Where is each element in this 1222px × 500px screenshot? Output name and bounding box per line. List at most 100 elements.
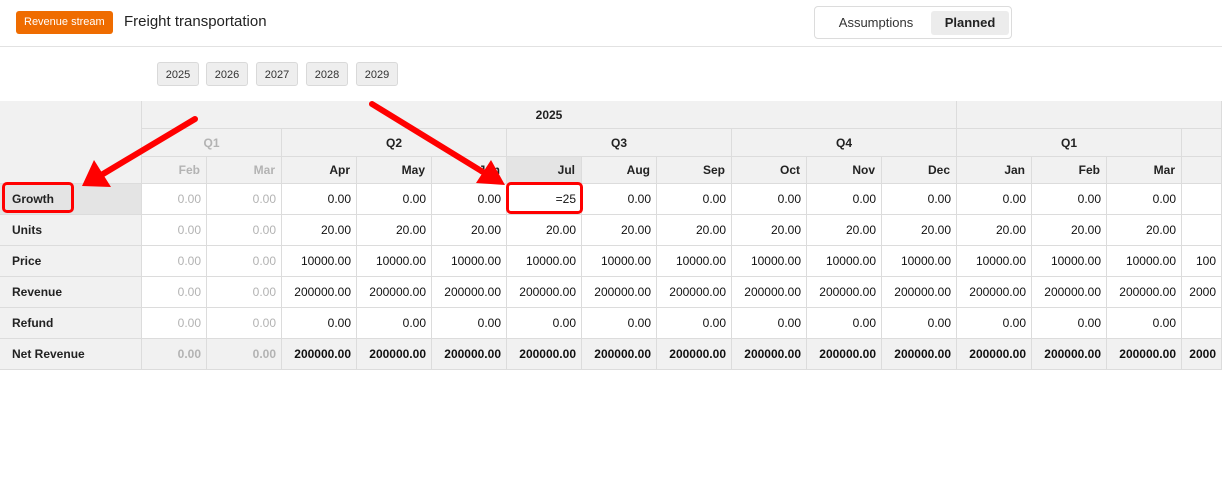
data-cell: 200000.00 [1107, 339, 1182, 370]
data-cell[interactable]: 10000.00 [1107, 246, 1182, 277]
data-cell[interactable]: 0.00 [807, 184, 882, 215]
month-header: Oct [732, 157, 807, 184]
data-cell[interactable]: 20.00 [357, 215, 432, 246]
data-cell: 0.00 [207, 339, 282, 370]
month-header: Feb [142, 157, 207, 184]
data-cell[interactable]: 0.00 [657, 308, 732, 339]
data-cell[interactable]: 20.00 [507, 215, 582, 246]
data-cell[interactable]: 10000.00 [432, 246, 507, 277]
data-cell[interactable]: 200000.00 [957, 277, 1032, 308]
data-cell[interactable]: 20.00 [732, 215, 807, 246]
data-cell[interactable]: 20.00 [882, 215, 957, 246]
data-cell[interactable]: 0.00 [432, 308, 507, 339]
data-cell: 0.00 [207, 308, 282, 339]
assumptions-tab[interactable]: Assumptions [821, 11, 931, 35]
data-cell[interactable]: 0.00 [1032, 184, 1107, 215]
data-cell: 0.00 [207, 215, 282, 246]
data-cell[interactable]: 20.00 [957, 215, 1032, 246]
month-header: Apr [282, 157, 357, 184]
data-cell[interactable]: 10000.00 [1032, 246, 1107, 277]
year-button-2029[interactable]: 2029 [356, 62, 398, 86]
year-button-2028[interactable]: 2028 [306, 62, 348, 86]
row-label-growth: Growth [0, 184, 142, 215]
data-cell[interactable]: 0.00 [357, 184, 432, 215]
month-header: May [357, 157, 432, 184]
data-cell[interactable]: 0.00 [957, 308, 1032, 339]
data-cell[interactable]: 0.00 [582, 308, 657, 339]
data-cell[interactable]: 0.00 [1107, 184, 1182, 215]
data-cell[interactable]: 10000.00 [357, 246, 432, 277]
year-button-2025[interactable]: 2025 [157, 62, 199, 86]
data-cell[interactable]: 0.00 [657, 184, 732, 215]
data-cell[interactable]: 0.00 [732, 308, 807, 339]
data-cell[interactable]: 20.00 [657, 215, 732, 246]
data-cell[interactable]: 0.00 [882, 308, 957, 339]
data-cell: 0.00 [142, 339, 207, 370]
month-header: Aug [582, 157, 657, 184]
data-cell[interactable]: 0.00 [282, 308, 357, 339]
data-cell[interactable]: 20.00 [432, 215, 507, 246]
year-button-2027[interactable]: 2027 [256, 62, 298, 86]
data-cell[interactable]: 20.00 [282, 215, 357, 246]
data-cell[interactable]: 10000.00 [882, 246, 957, 277]
corner-cell [0, 101, 142, 184]
data-cell[interactable]: 100 [1182, 246, 1222, 277]
data-cell[interactable]: 0.00 [582, 184, 657, 215]
data-cell[interactable]: 10000.00 [507, 246, 582, 277]
view-toggle: Assumptions Planned [814, 6, 1012, 39]
row-label-revenue: Revenue [0, 277, 142, 308]
data-cell[interactable] [1182, 308, 1222, 339]
data-cell[interactable]: 0.00 [282, 184, 357, 215]
data-cell[interactable]: 200000.00 [582, 277, 657, 308]
data-cell[interactable]: 10000.00 [582, 246, 657, 277]
data-cell[interactable]: 10000.00 [732, 246, 807, 277]
data-cell[interactable]: 200000.00 [657, 277, 732, 308]
data-cell[interactable]: 0.00 [732, 184, 807, 215]
data-cell[interactable]: 10000.00 [657, 246, 732, 277]
data-cell[interactable]: 200000.00 [507, 277, 582, 308]
planned-tab[interactable]: Planned [931, 11, 1009, 35]
data-cell: 200000.00 [282, 339, 357, 370]
data-cell: 0.00 [142, 215, 207, 246]
month-header: Mar [1107, 157, 1182, 184]
data-cell[interactable] [1182, 215, 1222, 246]
data-cell[interactable]: 20.00 [1032, 215, 1107, 246]
month-header: Sep [657, 157, 732, 184]
data-cell[interactable]: 0.00 [1107, 308, 1182, 339]
data-cell[interactable]: 200000.00 [282, 277, 357, 308]
data-cell[interactable]: 2000 [1182, 277, 1222, 308]
data-cell: 200000.00 [357, 339, 432, 370]
data-cell: 0.00 [207, 277, 282, 308]
data-cell[interactable] [1182, 184, 1222, 215]
data-cell[interactable]: 20.00 [582, 215, 657, 246]
data-cell[interactable]: 10000.00 [282, 246, 357, 277]
data-cell[interactable]: 0.00 [357, 308, 432, 339]
data-cell[interactable]: 200000.00 [732, 277, 807, 308]
data-cell[interactable]: 0.00 [807, 308, 882, 339]
data-cell[interactable]: 20.00 [1107, 215, 1182, 246]
data-cell[interactable]: 20.00 [807, 215, 882, 246]
data-cell[interactable]: 0.00 [882, 184, 957, 215]
data-cell[interactable]: 0.00 [1032, 308, 1107, 339]
data-cell[interactable]: 0.00 [507, 308, 582, 339]
data-cell[interactable]: 200000.00 [1107, 277, 1182, 308]
month-header: Nov [807, 157, 882, 184]
data-cell: 200000.00 [507, 339, 582, 370]
month-header [1182, 157, 1222, 184]
top-bar: Revenue stream Freight transportation As… [0, 0, 1222, 47]
data-cell[interactable]: 0.00 [957, 184, 1032, 215]
data-cell[interactable]: 200000.00 [432, 277, 507, 308]
data-cell[interactable]: 200000.00 [1032, 277, 1107, 308]
month-header: Mar [207, 157, 282, 184]
data-cell[interactable]: 10000.00 [807, 246, 882, 277]
data-cell[interactable]: 200000.00 [807, 277, 882, 308]
data-cell[interactable]: 200000.00 [357, 277, 432, 308]
growth-cell-input[interactable]: =25 [507, 184, 582, 215]
quarter-header [1182, 129, 1222, 157]
data-cell[interactable]: 10000.00 [957, 246, 1032, 277]
data-cell[interactable]: 0.00 [432, 184, 507, 215]
data-cell: 200000.00 [432, 339, 507, 370]
data-cell[interactable]: 200000.00 [882, 277, 957, 308]
year-button-2026[interactable]: 2026 [206, 62, 248, 86]
quarter-header: Q1 [957, 129, 1182, 157]
